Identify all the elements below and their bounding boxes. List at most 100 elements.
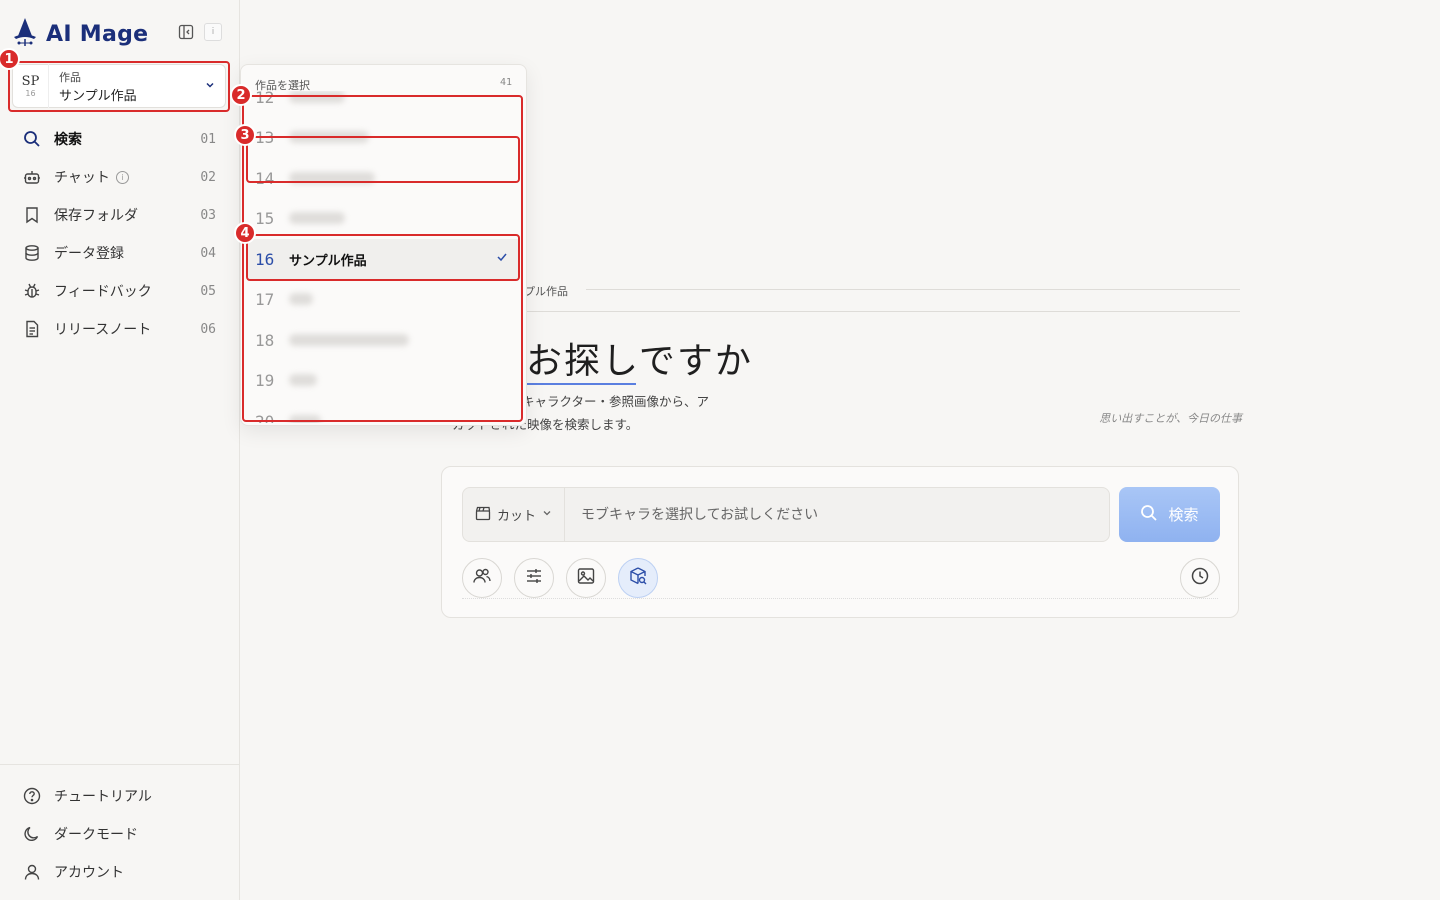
nav-label: ダークモード [54,827,138,843]
nav-label: 保存フォルダ [54,208,138,224]
item-number: 19 [255,370,275,390]
robot-icon [22,167,42,187]
tagline: 思い出すことが、今日の仕事 [1099,412,1242,425]
work-number: 16 [25,89,36,98]
item-number: 18 [255,330,275,350]
main-nav: 検索 01 チャット i 02 保存フォルダ 03 データ登録 04 フィードバ… [12,120,228,348]
info-icon[interactable]: i [115,170,129,184]
check-icon [496,251,508,267]
annotation-badge-2: 2 [230,84,252,106]
brand[interactable]: AI Mage [10,14,148,54]
search-input[interactable] [565,488,1109,541]
work-code: SP [21,74,40,89]
work-name: サンプル作品 [59,88,137,104]
list-item[interactable]: 18 [247,320,518,360]
work-badge: SP 16 [13,64,49,108]
search-bar: カット [462,487,1110,542]
item-number: 17 [255,289,275,309]
chevron-down-icon [542,507,552,522]
nav-item-account[interactable]: アカウント [12,853,227,891]
search-button[interactable]: 検索 [1119,487,1220,542]
list-item-selected[interactable]: 16 サンプル作品 [247,239,518,279]
nav-number: 02 [200,169,216,185]
nav-label: 検索 [54,132,82,148]
nav-item-saved-folder[interactable]: 保存フォルダ 03 [12,196,228,234]
hero-underline [526,383,636,385]
item-number: 16 [255,249,275,269]
work-dropdown: 作品を選択 41 12 13 14 15 16 サンプル作品 17 18 19 … [240,64,527,426]
work-selector[interactable]: SP 16 作品 サンプル作品 [12,64,226,108]
document-icon [22,319,42,339]
item-number: 13 [255,127,275,147]
image-icon [576,566,596,590]
blurred-name [289,374,317,386]
sidebar: AI Mage i SP 16 作品 サンプル作品 検索 01 チャット i 0… [0,0,240,900]
image-search-button[interactable] [566,558,606,598]
work-list[interactable]: 12 13 14 15 16 サンプル作品 17 18 19 20 [241,91,526,423]
nav-number: 06 [200,321,216,337]
search-mode-label: カット [497,509,537,524]
clapperboard-icon [475,505,491,525]
users-icon [472,566,492,590]
nav-number: 03 [200,207,216,223]
list-item[interactable]: 12 [247,91,518,117]
nav-number: 04 [200,245,216,261]
search-button-label: 検索 [1168,507,1199,524]
nav-item-search[interactable]: 検索 01 [12,120,228,158]
nav-label: リリースノート [54,322,152,338]
list-item[interactable]: 19 [247,360,518,400]
moon-icon [22,824,42,844]
divider [440,311,1240,312]
nav-label: チャット [54,170,110,186]
sliders-icon [524,566,544,590]
nav-item-data-registration[interactable]: データ登録 04 [12,234,228,272]
bookmark-icon [22,205,42,225]
nav-item-dark-mode[interactable]: ダークモード [12,815,227,853]
blurred-name [289,334,409,346]
list-item[interactable]: 13 [247,117,518,157]
divider [586,289,1240,290]
item-number: 14 [255,168,275,188]
character-filter-button[interactable] [462,558,502,598]
breadcrumb: プル作品 [524,285,568,298]
blurred-name [289,212,345,224]
nav-number: 05 [200,283,216,299]
box-search-icon [628,566,648,590]
search-icon [1140,504,1158,526]
list-item[interactable]: 14 [247,158,518,198]
chevron-down-icon [205,80,225,93]
nav-label: アカウント [54,865,124,881]
database-icon [22,243,42,263]
nav-item-feedback[interactable]: フィードバック 05 [12,272,228,310]
hero-title: お探しですか [526,341,753,382]
nav-item-tutorial[interactable]: チュートリアル [12,777,227,815]
brand-title: AI Mage [46,21,149,47]
search-mode-select[interactable]: カット [463,488,565,541]
blurred-name [289,91,345,103]
bottom-nav: チュートリアル ダークモード アカウント [0,764,239,891]
blurred-name [289,131,369,143]
filter-settings-button[interactable] [514,558,554,598]
nav-item-release-notes[interactable]: リリースノート 06 [12,310,228,348]
blurred-name [289,293,313,305]
item-number: 15 [255,208,275,228]
clock-icon [1190,566,1210,590]
collapse-sidebar-icon[interactable] [176,22,196,42]
work-label: 作品 [59,70,81,84]
nav-item-chat[interactable]: チャット i 02 [12,158,228,196]
blurred-name [289,172,375,184]
bug-icon [22,281,42,301]
shortcut-key-hint: i [204,23,222,41]
list-item[interactable]: 17 [247,279,518,319]
help-circle-icon [22,786,42,806]
nav-label: チュートリアル [54,789,152,805]
item-name: サンプル作品 [289,253,367,269]
annotation-badge-3: 3 [234,124,256,146]
divider [462,598,1218,599]
history-button[interactable] [1180,558,1220,598]
nav-label: データ登録 [54,246,124,262]
list-item[interactable]: 15 [247,198,518,238]
list-item[interactable]: 20 [247,401,518,423]
object-search-button[interactable] [618,558,658,598]
blurred-name [289,415,321,423]
